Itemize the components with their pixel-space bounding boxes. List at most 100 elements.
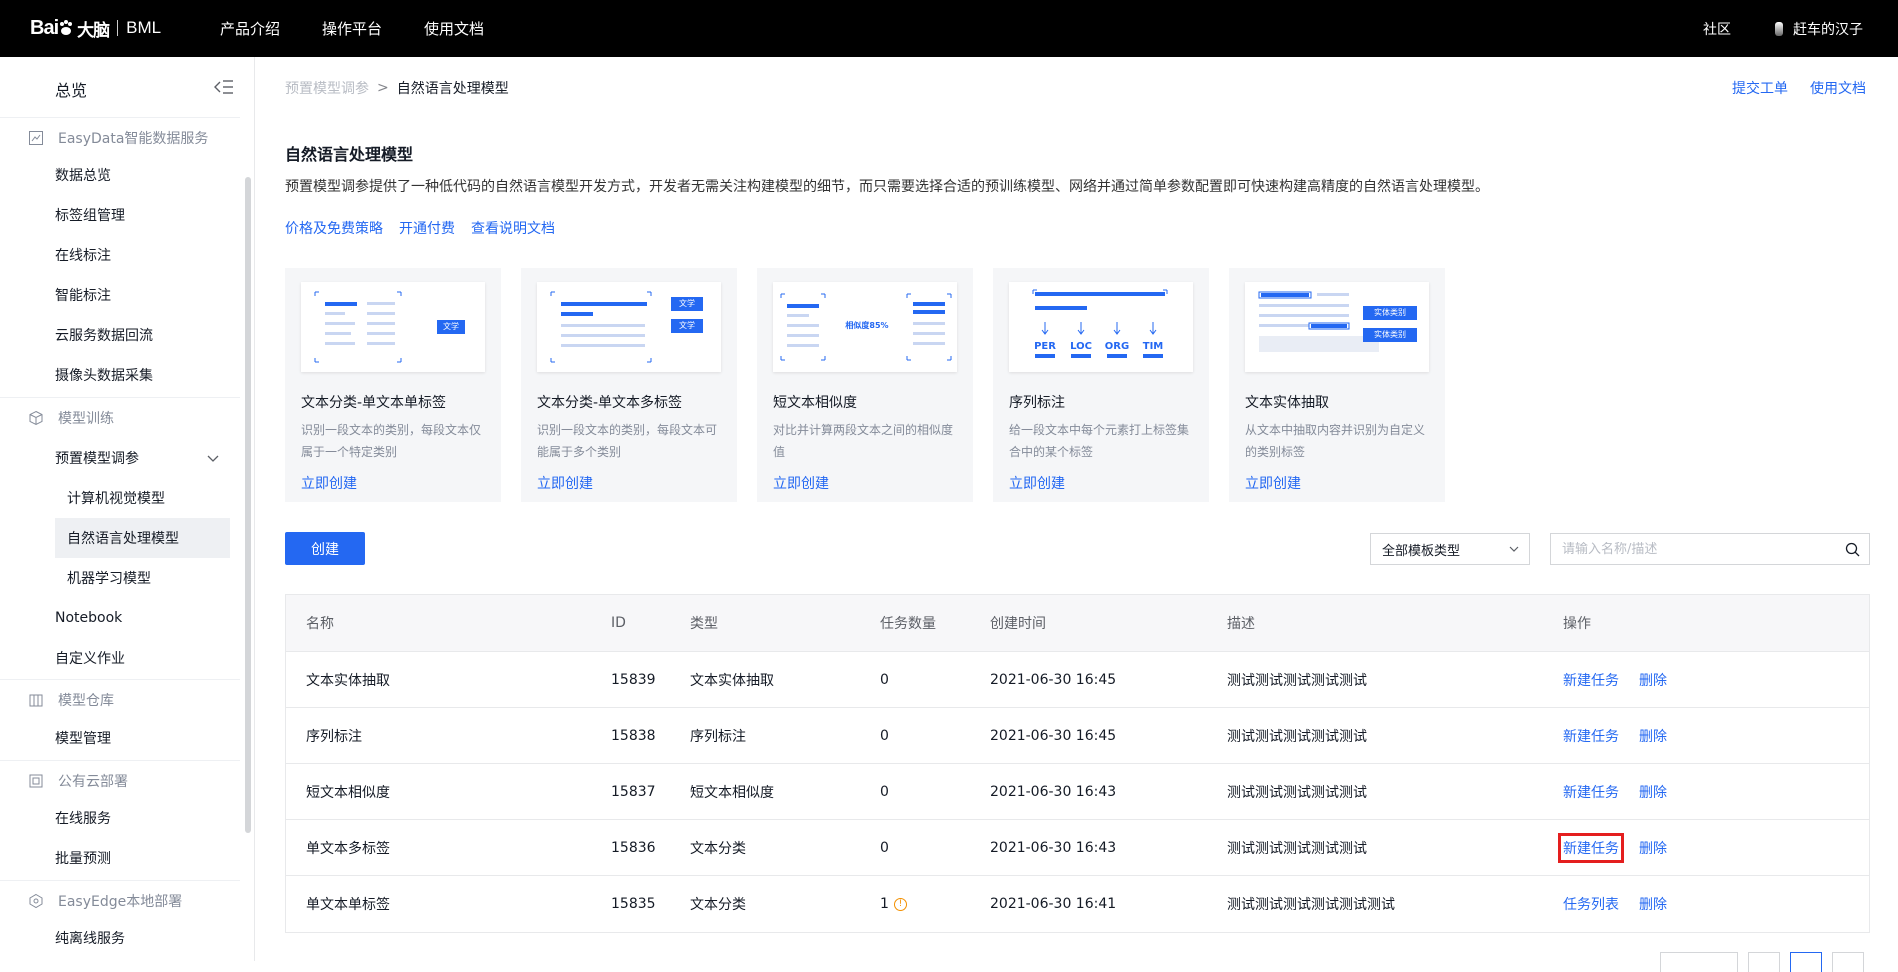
template-name: 文本分类-单文本多标签 [537,395,683,411]
create-now-link[interactable]: 立即创建 [1245,473,1301,493]
page-size-select[interactable] [1660,952,1738,972]
template-name: 文本分类-单文本单标签 [301,395,447,411]
sidebar-group-training[interactable]: 模型训练 [0,397,240,437]
username: 赶车的汉子 [1793,21,1863,38]
create-now-link[interactable]: 立即创建 [1009,473,1065,493]
cell-id: 15836 [611,839,656,856]
cloud-deploy-icon [29,774,43,787]
new-task-link-highlighted[interactable]: 新建任务 [1558,832,1624,863]
page-title: 自然语言处理模型 [285,145,414,164]
template-type-select[interactable]: 全部模板类型 [1370,533,1530,565]
cube-icon [29,410,43,425]
template-card: 相似度85% 短文本相似度 对比并计算两段文本之间的相似度值 立即创建 [757,268,973,502]
create-now-link[interactable]: 立即创建 [773,473,829,493]
breadcrumb-separator: > [377,80,389,96]
table-row: 文本实体抽取 15839 文本实体抽取 0 2021-06-30 16:45 测… [286,652,1869,708]
sidebar-group-edge[interactable]: EasyEdge本地部署 [0,880,240,920]
activate-payment-link[interactable]: 开通付费 [399,218,455,238]
sidebar-item-smart-label[interactable]: 智能标注 [55,280,111,310]
template-name: 序列标注 [1009,395,1065,411]
sidebar-item-nlp-model[interactable]: 自然语言处理模型 [55,518,230,558]
sidebar-item-batch-predict[interactable]: 批量预测 [55,843,111,873]
sidebar-item-model-mgmt[interactable]: 模型管理 [55,723,111,753]
cell-time: 2021-06-30 16:45 [990,727,1117,744]
cell-count: 0 [880,727,889,744]
hexagon-icon [29,893,43,908]
pagination-prev[interactable] [1748,952,1780,972]
sidebar-item-custom-job[interactable]: 自定义作业 [55,643,125,673]
sidebar-overview[interactable]: 总览 [55,77,87,101]
pagination-next[interactable] [1832,952,1864,972]
user-menu[interactable]: 赶车的汉子 [1775,19,1863,39]
delete-link[interactable]: 删除 [1639,838,1667,858]
sidebar-item-notebook[interactable]: Notebook [55,603,122,633]
new-task-link[interactable]: 新建任务 [1563,726,1619,746]
cell-time: 2021-06-30 16:45 [990,671,1117,688]
sidebar-item-offline-service[interactable]: 纯离线服务 [55,923,125,953]
column-header-count: 任务数量 [880,616,936,632]
sidebar-scrollbar[interactable] [245,177,251,833]
pagination-page-current[interactable] [1790,952,1822,972]
template-tag: 实体类别 [1374,330,1406,339]
sidebar-item-cloud-reflux[interactable]: 云服务数据回流 [55,320,153,350]
template-name: 文本实体抽取 [1245,395,1329,411]
cell-id: 15839 [611,671,656,688]
search-icon[interactable] [1845,542,1860,557]
warning-icon[interactable]: ! [893,897,907,911]
delete-link[interactable]: 删除 [1639,670,1667,690]
view-docs-link[interactable]: 查看说明文档 [471,218,555,238]
model-table: 名称 ID 类型 任务数量 创建时间 描述 操作 文本实体抽取 15839 文本… [285,594,1870,933]
nav-platform[interactable]: 操作平台 [322,18,382,39]
template-desc: 识别一段文本的类别，每段文本可能属于多个类别 [537,423,718,459]
collapse-sidebar-icon[interactable] [212,79,234,95]
delete-link[interactable]: 删除 [1639,726,1667,746]
sidebar-group-label: 模型仓库 [58,692,114,709]
cell-type: 文本实体抽取 [690,672,774,689]
sidebar-group-label: EasyData智能数据服务 [58,130,209,147]
create-now-link[interactable]: 立即创建 [301,473,357,493]
cell-desc: 测试测试测试测试测试 [1227,840,1367,857]
sidebar-item-ml-model[interactable]: 机器学习模型 [67,563,151,593]
create-button[interactable]: 创建 [285,532,365,565]
sidebar-item-camera[interactable]: 摄像头数据采集 [55,360,153,390]
sidebar-group-repo[interactable]: 模型仓库 [0,679,240,719]
template-thumbnail: 文学 文学 [537,282,721,372]
delete-link[interactable]: 删除 [1639,894,1667,914]
task-list-link[interactable]: 任务列表 [1563,894,1619,914]
user-avatar-icon [1775,21,1783,36]
sidebar-item-data-overview[interactable]: 数据总览 [55,160,111,190]
paw-icon [60,20,73,35]
sidebar-item-label-mgmt[interactable]: 标签组管理 [55,200,125,230]
pricing-link[interactable]: 价格及免费策略 [285,218,383,238]
breadcrumb-parent[interactable]: 预置模型调参 [285,78,369,98]
table-header: 名称 ID 类型 任务数量 创建时间 描述 操作 [286,595,1869,652]
template-thumbnail: 相似度85% [773,282,957,372]
new-task-link[interactable]: 新建任务 [1563,782,1619,802]
column-header-type: 类型 [690,616,718,632]
create-now-link[interactable]: 立即创建 [537,473,593,493]
template-desc: 识别一段文本的类别，每段文本仅属于一个特定类别 [301,423,482,459]
sidebar-item-online-service[interactable]: 在线服务 [55,803,111,833]
sidebar-group-easydata[interactable]: EasyData智能数据服务 [0,117,240,157]
submit-ticket-link[interactable]: 提交工单 [1732,78,1788,98]
sidebar-item-preset-tuning[interactable]: 预置模型调参 [55,443,139,473]
nav-product-intro[interactable]: 产品介绍 [220,18,280,39]
cell-count-wrap: 1! [880,896,907,912]
chevron-down-icon[interactable] [206,451,220,465]
docs-link[interactable]: 使用文档 [1810,78,1866,98]
sidebar-group-deploy[interactable]: 公有云部署 [0,760,240,800]
new-task-link[interactable]: 新建任务 [1563,670,1619,690]
baidu-bml-logo[interactable]: Bai 大脑 BML [30,14,161,42]
cell-type: 文本分类 [690,897,746,913]
sidebar-item-online-label[interactable]: 在线标注 [55,240,111,270]
top-navbar: Bai 大脑 BML 产品介绍 操作平台 使用文档 社区 赶车的汉子 [0,0,1898,57]
template-thumbnail: 文学 [301,282,485,372]
community-link[interactable]: 社区 [1703,19,1731,39]
delete-link[interactable]: 删除 [1639,782,1667,802]
nav-docs[interactable]: 使用文档 [424,18,484,39]
sidebar-item-cv-model[interactable]: 计算机视觉模型 [67,483,165,513]
search-input[interactable] [1562,541,1832,557]
cell-id: 15837 [611,783,656,800]
entity-label-loc: LOC [1070,341,1092,352]
cell-name: 单文本单标签 [306,897,390,913]
